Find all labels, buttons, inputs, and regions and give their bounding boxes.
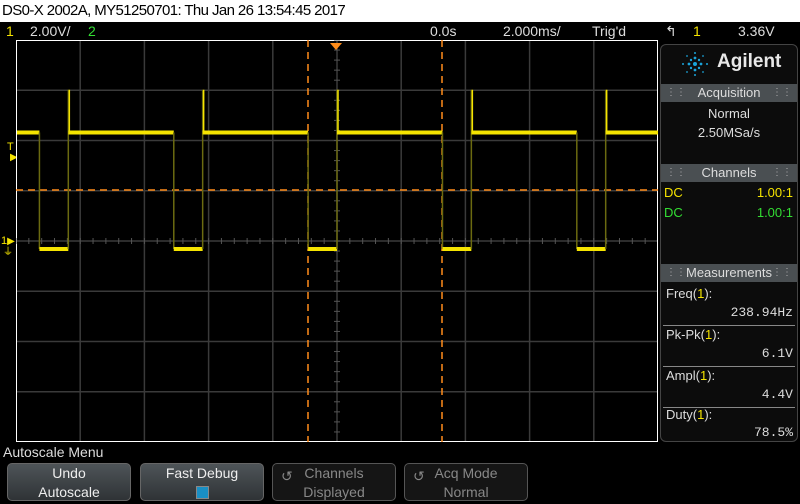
divider xyxy=(663,366,795,367)
drag-handle-icon: ⋮⋮ xyxy=(666,87,686,98)
measurement-value: 238.94Hz xyxy=(730,305,793,320)
measurement-label: Pk-Pk(1): xyxy=(666,327,721,342)
ch1-scale[interactable]: 2.00V/ xyxy=(30,22,70,40)
measurement-source: 1 xyxy=(699,368,708,383)
acquisition-title: Acquisition xyxy=(697,85,761,100)
measurement-source: 1 xyxy=(705,327,713,342)
button-label: Autoscale xyxy=(38,484,100,500)
trigger-source: 1 xyxy=(693,23,701,39)
divider xyxy=(663,325,795,326)
ch1-probe: 1.00:1 xyxy=(756,185,793,200)
rotate-knob-icon: ↺ xyxy=(413,468,425,484)
measurement-name: Ampl xyxy=(666,368,696,383)
undo-autoscale-button[interactable]: Undo Autoscale xyxy=(7,463,131,501)
fast-debug-button[interactable]: Fast Debug xyxy=(140,463,264,501)
channels-displayed-button[interactable]: ↺ Channels Displayed xyxy=(272,463,396,501)
measurements-title: Measurements xyxy=(686,265,772,280)
menu-title: Autoscale Menu xyxy=(3,444,104,460)
time-delay[interactable]: 0.0s xyxy=(430,22,456,40)
drag-handle-icon: ⋮⋮ xyxy=(772,267,792,278)
ground-arrow-icon: ▶ xyxy=(7,236,15,247)
measurement-label: Duty(1): xyxy=(666,407,713,422)
rising-edge-icon: ↰ xyxy=(665,23,677,39)
time-scale[interactable]: 2.000ms/ xyxy=(503,22,561,40)
agilent-logo: Agilent xyxy=(661,49,797,79)
trigger-level[interactable]: 3.36V xyxy=(738,22,775,40)
fast-debug-checkbox[interactable] xyxy=(195,486,209,499)
measurement-source: 1 xyxy=(697,286,705,301)
rotate-knob-icon: ↺ xyxy=(281,468,293,484)
measurement-value: 6.1V xyxy=(761,346,793,361)
ch1-ground-marker[interactable]: 1▶ ⏚ xyxy=(1,236,15,258)
ch2-coupling: DC xyxy=(664,205,683,220)
window-title: DS0-X 2002A, MY51250701: Thu Jan 26 13:5… xyxy=(0,0,800,22)
drag-handle-icon: ⋮⋮ xyxy=(666,267,686,278)
drag-handle-icon: ⋮⋮ xyxy=(772,167,792,178)
measurement-source: 1 xyxy=(697,407,705,422)
ch1-indicator[interactable]: 1 xyxy=(6,22,14,40)
acquisition-mode: Normal xyxy=(708,106,750,121)
measurement-name: Pk-Pk xyxy=(666,327,701,342)
measurement-label: Ampl(1): xyxy=(666,368,716,383)
channels-header[interactable]: ⋮⋮ Channels ⋮⋮ xyxy=(661,164,797,182)
agilent-spark-icon xyxy=(682,52,708,76)
measurement-label: Freq(1): xyxy=(666,286,713,301)
acq-mode-button[interactable]: ↺ Acq Mode Normal xyxy=(404,463,528,501)
acquisition-header[interactable]: ⋮⋮ Acquisition ⋮⋮ xyxy=(661,84,797,102)
ch2-probe: 1.00:1 xyxy=(756,205,793,220)
trigger-state: Trig'd xyxy=(592,23,627,39)
button-label: Undo xyxy=(52,465,86,481)
status-bar: 1 2.00V/ 2 0.0s 2.000ms/ Trig'd ↰ 1 3.36… xyxy=(0,22,800,40)
ch1-coupling: DC xyxy=(664,185,683,200)
side-panel: Agilent ⋮⋮ Acquisition ⋮⋮ Normal 2.50MSa… xyxy=(660,44,798,442)
channels-title: Channels xyxy=(701,165,757,180)
sample-rate: 2.50MSa/s xyxy=(697,125,761,140)
ground-icon: ⏚ xyxy=(3,247,13,258)
measurements-header[interactable]: ⋮⋮ Measurements ⋮⋮ xyxy=(661,264,797,282)
ch1-label: 1 xyxy=(6,23,14,39)
measurement-value: 4.4V xyxy=(761,387,793,402)
button-label: Fast Debug xyxy=(165,465,239,481)
ch2-label[interactable]: 2 xyxy=(88,22,96,40)
waveform-display[interactable] xyxy=(16,40,658,442)
measurement-value: 78.5% xyxy=(753,425,793,440)
measurement-name: Duty xyxy=(666,407,693,422)
drag-handle-icon: ⋮⋮ xyxy=(666,167,686,178)
brand-name: Agilent xyxy=(717,51,782,72)
drag-handle-icon: ⋮⋮ xyxy=(772,87,792,98)
measurement-name: Freq xyxy=(666,286,693,301)
